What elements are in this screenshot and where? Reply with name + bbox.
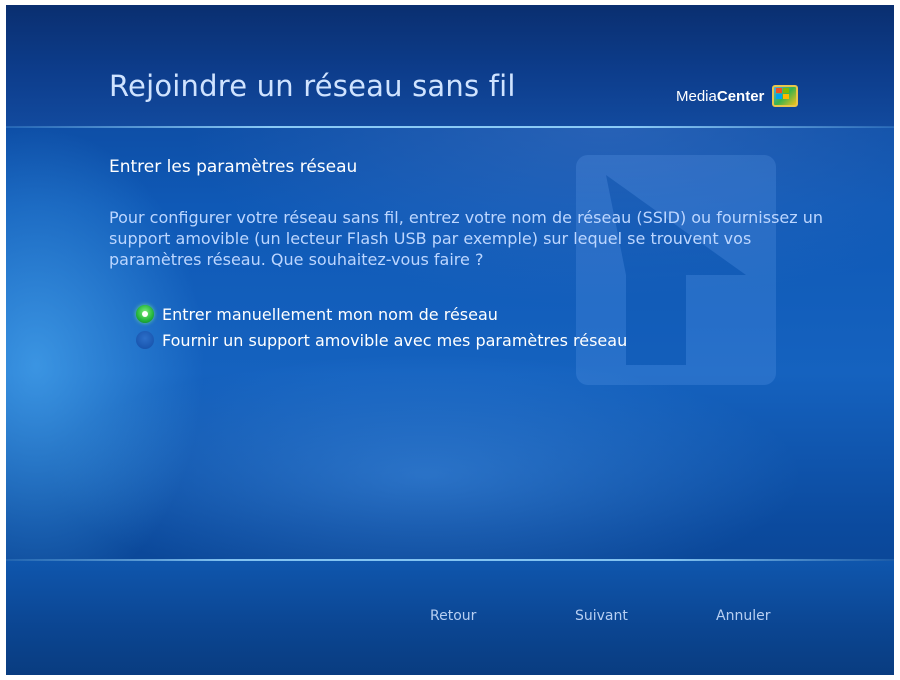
page-title: Rejoindre un réseau sans fil: [109, 69, 516, 103]
logo-text-media: Media: [676, 87, 717, 105]
media-center-screen: Rejoindre un réseau sans fil Media Center…: [6, 5, 894, 675]
header-bar: [6, 5, 894, 127]
media-center-logo: Media Center: [676, 85, 799, 107]
option-label: Fournir un support amovible avec mes par…: [162, 330, 628, 350]
choice-list: Entrer manuellement mon nom de réseau Fo…: [136, 301, 627, 353]
header-divider: [6, 126, 894, 128]
option-removable-media[interactable]: Fournir un support amovible avec mes par…: [136, 327, 627, 353]
option-manual-network-name[interactable]: Entrer manuellement mon nom de réseau: [136, 301, 627, 327]
option-label: Entrer manuellement mon nom de réseau: [162, 304, 498, 324]
windows-flag-icon: [772, 85, 799, 107]
logo-text-center: Center: [716, 87, 765, 105]
radio-selected-icon: [136, 305, 154, 323]
cancel-button[interactable]: Annuler: [716, 608, 770, 624]
back-button[interactable]: Retour: [430, 608, 476, 624]
section-subtitle: Entrer les paramètres réseau: [109, 157, 358, 177]
next-button[interactable]: Suivant: [575, 608, 628, 624]
instructions-text: Pour configurer votre réseau sans fil, e…: [109, 208, 824, 269]
radio-unselected-icon: [136, 331, 154, 349]
